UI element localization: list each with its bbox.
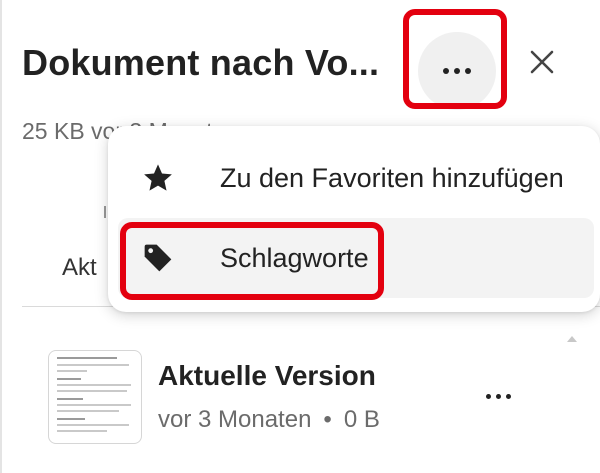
document-thumbnail [48, 350, 142, 444]
version-age: vor 3 Monaten [158, 406, 312, 433]
file-title: Dokument nach Vo... [22, 42, 380, 83]
meta-separator: • [323, 406, 332, 433]
close-button[interactable] [524, 44, 560, 80]
highlight-box-tags [120, 222, 384, 300]
scroll-up-arrow-icon[interactable] [567, 336, 577, 342]
menu-item-label: Zu den Favoriten hinzufügen [220, 162, 564, 193]
more-horizontal-icon [485, 393, 511, 399]
highlight-box-more-button [403, 9, 507, 109]
close-icon [530, 50, 554, 74]
version-meta: vor 3 Monaten • 0 B [158, 406, 380, 434]
tab-current[interactable]: Akt [62, 254, 97, 282]
version-more-button[interactable] [478, 386, 518, 406]
version-title: Aktuelle Version [158, 360, 376, 391]
panel-border [0, 0, 2, 473]
menu-item-add-favorite[interactable]: Zu den Favoriten hinzufügen [118, 138, 594, 218]
star-icon [142, 162, 186, 194]
tab-indicator [104, 206, 106, 218]
version-size: 0 B [343, 406, 380, 433]
file-details-panel: Dokument nach Vo... 25 KB vor 3 Monaten … [0, 0, 600, 473]
